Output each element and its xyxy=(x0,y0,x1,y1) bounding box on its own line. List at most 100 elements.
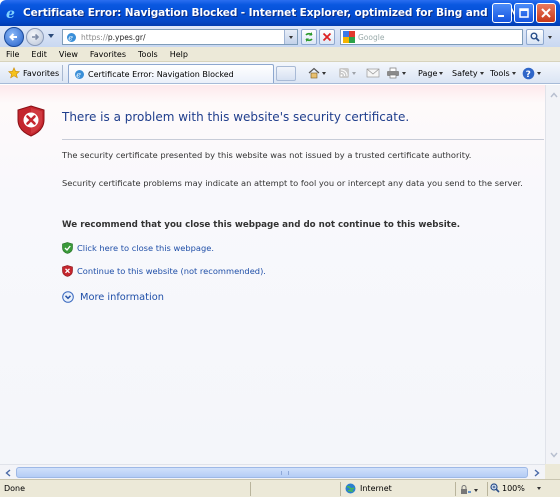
page-menu-button[interactable]: Page xyxy=(418,66,444,80)
read-mail-button[interactable] xyxy=(366,66,380,80)
stop-button[interactable] xyxy=(319,29,335,45)
forward-button[interactable] xyxy=(26,28,44,46)
star-icon xyxy=(8,67,20,79)
scroll-up-button[interactable] xyxy=(547,88,560,101)
address-bar[interactable]: e https://p.ypes.gr/ xyxy=(62,29,298,45)
divider xyxy=(62,65,63,81)
menu-file[interactable]: File xyxy=(0,50,25,59)
mail-icon xyxy=(366,68,380,78)
title-bar: e Certificate Error: Navigation Blocked … xyxy=(0,0,560,26)
favorites-button[interactable]: Favorites xyxy=(4,65,63,81)
address-dropdown-button[interactable] xyxy=(284,30,297,44)
printer-icon xyxy=(387,67,399,79)
menu-edit[interactable]: Edit xyxy=(25,50,53,59)
search-options-dropdown[interactable] xyxy=(545,29,555,45)
chevron-down-icon xyxy=(474,488,478,492)
recent-pages-dropdown[interactable] xyxy=(48,34,54,38)
expand-chevron-icon xyxy=(62,291,74,303)
chevron-down-icon xyxy=(548,35,552,39)
svg-text:e: e xyxy=(6,6,15,20)
minimize-icon xyxy=(498,15,504,17)
zoom-icon xyxy=(490,483,500,493)
tab-certificate-error[interactable]: e Certificate Error: Navigation Blocked xyxy=(68,64,274,83)
favorites-bar: Favorites e Certificate Error: Navigatio… xyxy=(0,62,560,84)
menu-bar: File Edit View Favorites Tools Help xyxy=(0,47,560,62)
zoom-level: 100% xyxy=(502,483,525,493)
more-information-label: More information xyxy=(80,291,164,303)
continue-to-website-action[interactable]: Continue to this website (not recommende… xyxy=(62,265,266,277)
green-shield-check-icon xyxy=(62,242,73,254)
chevron-down-icon xyxy=(289,35,293,39)
minimize-button[interactable] xyxy=(492,3,512,23)
menu-help[interactable]: Help xyxy=(164,50,194,59)
certificate-issuer-message: The security certificate presented by th… xyxy=(62,150,472,160)
tools-menu-button[interactable]: Tools xyxy=(490,66,516,80)
forward-arrow-icon xyxy=(32,33,40,41)
red-shield-x-icon xyxy=(62,265,73,277)
back-button[interactable] xyxy=(4,27,24,47)
grip-icon xyxy=(281,471,289,475)
refresh-icon xyxy=(305,32,313,42)
menu-favorites[interactable]: Favorites xyxy=(84,50,132,59)
chevron-down-icon xyxy=(322,71,326,75)
chevron-down-icon xyxy=(402,71,406,75)
more-information-toggle[interactable]: More information xyxy=(62,291,164,303)
home-icon xyxy=(308,67,320,79)
continue-to-website-link[interactable]: Continue to this website (not recommende… xyxy=(77,266,266,276)
menu-tools[interactable]: Tools xyxy=(132,50,164,59)
scroll-down-button[interactable] xyxy=(547,448,560,461)
url-host: p.ypes.gr/ xyxy=(107,32,146,42)
help-button[interactable]: ? xyxy=(522,66,541,80)
search-icon xyxy=(530,32,540,42)
search-button[interactable] xyxy=(526,29,544,45)
close-icon xyxy=(541,8,551,18)
url-scheme: https:// xyxy=(81,32,108,42)
security-zone[interactable]: Internet xyxy=(345,483,392,494)
divider xyxy=(487,482,488,496)
refresh-button[interactable] xyxy=(301,29,317,45)
close-webpage-action[interactable]: Click here to close this webpage. xyxy=(62,242,214,254)
divider xyxy=(62,139,544,140)
chevron-down-icon xyxy=(439,71,444,75)
divider xyxy=(340,482,341,496)
new-tab-button[interactable] xyxy=(276,66,296,81)
divider xyxy=(250,482,251,496)
address-url[interactable]: https://p.ypes.gr/ xyxy=(81,33,146,42)
help-icon: ? xyxy=(522,67,535,80)
vertical-scrollbar[interactable] xyxy=(545,85,560,464)
horizontal-scroll-thumb[interactable] xyxy=(16,467,528,478)
globe-icon xyxy=(345,483,356,494)
page-ie-icon: e xyxy=(73,68,85,80)
close-window-button[interactable] xyxy=(536,3,556,23)
rss-feed-icon xyxy=(339,68,349,78)
close-webpage-link[interactable]: Click here to close this webpage. xyxy=(77,243,214,253)
scroll-left-button[interactable] xyxy=(1,466,14,479)
chevron-down-icon xyxy=(479,71,484,75)
maximize-icon xyxy=(519,8,529,18)
svg-text:e: e xyxy=(68,33,73,42)
horizontal-scrollbar[interactable] xyxy=(0,464,545,479)
zoom-control[interactable]: 100% xyxy=(490,483,541,493)
security-warning-message: Security certificate problems may indica… xyxy=(62,178,523,188)
tools-menu-label: Tools xyxy=(490,68,510,78)
scrollbar-corner xyxy=(545,464,560,479)
search-input[interactable]: Google xyxy=(358,33,384,42)
feeds-button[interactable] xyxy=(338,66,356,80)
menu-view[interactable]: View xyxy=(53,50,84,59)
page-ie-icon: e xyxy=(65,31,77,43)
page-menu-label: Page xyxy=(418,68,438,78)
stop-icon xyxy=(322,32,332,42)
home-button[interactable] xyxy=(308,66,326,80)
lock-arrow-icon xyxy=(461,485,471,494)
search-box[interactable]: Google xyxy=(340,29,523,45)
chevron-down-icon xyxy=(549,452,558,458)
scroll-right-button[interactable] xyxy=(530,466,543,479)
google-icon xyxy=(343,31,355,43)
print-button[interactable] xyxy=(386,66,406,80)
address-toolbar: e https://p.ypes.gr/ Google xyxy=(0,26,560,47)
maximize-button[interactable] xyxy=(514,3,534,23)
safety-menu-button[interactable]: Safety xyxy=(452,66,484,80)
chevron-right-icon xyxy=(534,468,540,477)
tab-label: Certificate Error: Navigation Blocked xyxy=(88,69,234,79)
protected-mode-button[interactable] xyxy=(460,483,478,497)
